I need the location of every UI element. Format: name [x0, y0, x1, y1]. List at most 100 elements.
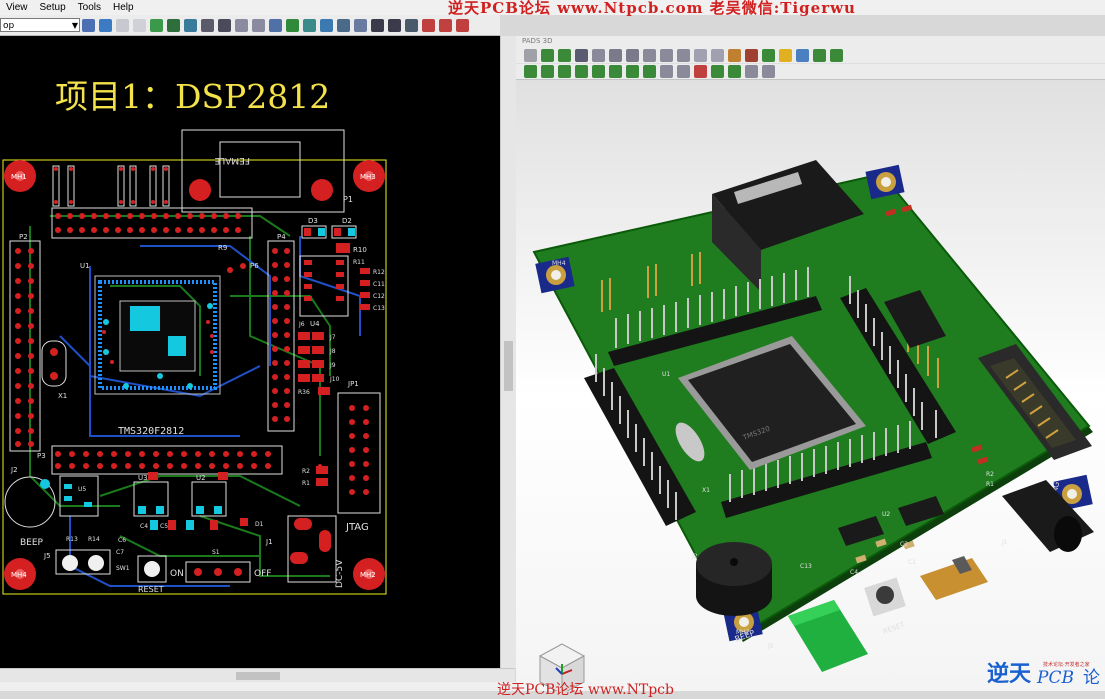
via [318, 464, 322, 468]
j1-3d-label: J1 [1001, 539, 1008, 546]
via [103, 349, 109, 355]
pin [164, 200, 168, 204]
x1-3d-label: X1 [702, 487, 710, 494]
zoom-icon[interactable] [694, 48, 707, 62]
r2-label: R2 [302, 468, 310, 475]
mh3-hole [881, 177, 891, 187]
reset-button-cap [876, 586, 894, 604]
layer-icon[interactable] [541, 48, 554, 62]
orbit-icon[interactable] [711, 65, 724, 78]
pin [349, 405, 355, 411]
r36-label: R36 [298, 389, 310, 396]
new-icon[interactable] [82, 18, 95, 32]
zoom-fit-icon[interactable] [711, 48, 724, 62]
check-icon[interactable] [337, 18, 350, 32]
pin [363, 461, 369, 467]
pencil-icon[interactable] [728, 48, 741, 62]
dc-jack-hole [1054, 516, 1082, 552]
pin [15, 248, 21, 254]
via [207, 303, 213, 309]
save-icon[interactable] [116, 18, 129, 32]
view-iso2-icon[interactable] [643, 65, 656, 78]
route-icon[interactable] [150, 18, 163, 32]
u4-pad [304, 284, 312, 289]
section-icon[interactable] [762, 65, 775, 78]
menu-setup[interactable]: Setup [34, 2, 72, 13]
x1-pad-a [50, 348, 58, 356]
pin [223, 213, 229, 219]
check-icon[interactable] [762, 48, 775, 62]
monitor-icon[interactable] [371, 18, 384, 32]
export-icon[interactable] [660, 48, 673, 62]
on-label: ON [170, 569, 184, 579]
pin [79, 213, 85, 219]
pcb-3d-icon[interactable] [405, 18, 418, 32]
pin [167, 463, 173, 469]
u1-label: U1 [80, 262, 90, 270]
view-bottom-icon[interactable] [541, 65, 554, 78]
tool-icon[interactable] [218, 18, 231, 32]
pin [15, 383, 21, 389]
settings-icon[interactable] [796, 48, 809, 62]
board-icon[interactable] [184, 18, 197, 32]
scroll-thumb[interactable] [236, 672, 280, 680]
layer-combo[interactable]: op ▼ [0, 18, 80, 32]
pads-3d-toolbar-2 [516, 64, 1105, 80]
mh4-3d-label: MH4 [552, 260, 566, 267]
view-iso-icon[interactable] [626, 65, 639, 78]
shield-icon[interactable] [320, 18, 333, 32]
rotate-icon[interactable] [694, 65, 707, 78]
view-back-icon[interactable] [575, 65, 588, 78]
box-icon[interactable] [813, 48, 826, 62]
pcb-layout-canvas[interactable]: 项目1：DSP2812 FEMALE MH1 MH3 MH4 MH2 P1 U1… [0, 36, 500, 668]
pin [251, 463, 257, 469]
open-icon[interactable] [99, 18, 112, 32]
view-front-icon[interactable] [558, 65, 571, 78]
warning-icon[interactable] [779, 48, 792, 62]
measure-icon[interactable] [745, 65, 758, 78]
select-icon[interactable] [524, 48, 537, 62]
r1-pad [316, 478, 328, 486]
zoom-fit-icon[interactable] [456, 18, 469, 32]
pin [195, 463, 201, 469]
layer-icon[interactable] [167, 18, 180, 32]
gear-icon[interactable] [354, 18, 367, 32]
drc-icon[interactable] [286, 18, 299, 32]
zoom-in-icon[interactable] [422, 18, 435, 32]
copy-icon[interactable] [609, 48, 622, 62]
pin [181, 451, 187, 457]
grid-icon[interactable] [558, 48, 571, 62]
scroll-thumb[interactable] [504, 341, 513, 391]
mh4-hole [551, 270, 561, 280]
pin [28, 383, 34, 389]
view-icon[interactable] [575, 48, 588, 62]
net-icon[interactable] [303, 18, 316, 32]
split-icon[interactable] [201, 18, 214, 32]
cut-icon[interactable] [745, 48, 758, 62]
paste-icon[interactable] [626, 48, 639, 62]
print-icon[interactable] [133, 18, 146, 32]
menu-help[interactable]: Help [107, 2, 140, 13]
pin [284, 276, 290, 282]
cursor-icon[interactable] [660, 65, 673, 78]
pin-col-right [272, 248, 290, 422]
undo-icon[interactable] [235, 18, 248, 32]
pcb-3d-viewport[interactable]: MH4 MH2 TMS320 U1 X1 U2 J1 RESET BEEP J2… [516, 82, 1105, 691]
print-icon[interactable] [643, 48, 656, 62]
search-icon[interactable] [269, 18, 282, 32]
redo-icon[interactable] [252, 18, 265, 32]
menu-view[interactable]: View [0, 2, 34, 13]
view-right-icon[interactable] [609, 65, 622, 78]
camera-icon[interactable] [677, 48, 690, 62]
view-top-icon[interactable] [524, 65, 537, 78]
pan-icon[interactable] [677, 65, 690, 78]
zoom-out-icon[interactable] [439, 18, 452, 32]
save-icon[interactable] [592, 48, 605, 62]
pcb-vertical-scrollbar[interactable] [500, 36, 516, 668]
pcb-horizontal-scrollbar[interactable] [0, 668, 515, 683]
reload-icon[interactable] [728, 65, 741, 78]
refresh-icon[interactable] [830, 48, 843, 62]
menu-tools[interactable]: Tools [72, 2, 107, 13]
window-icon[interactable] [388, 18, 401, 32]
view-left-icon[interactable] [592, 65, 605, 78]
